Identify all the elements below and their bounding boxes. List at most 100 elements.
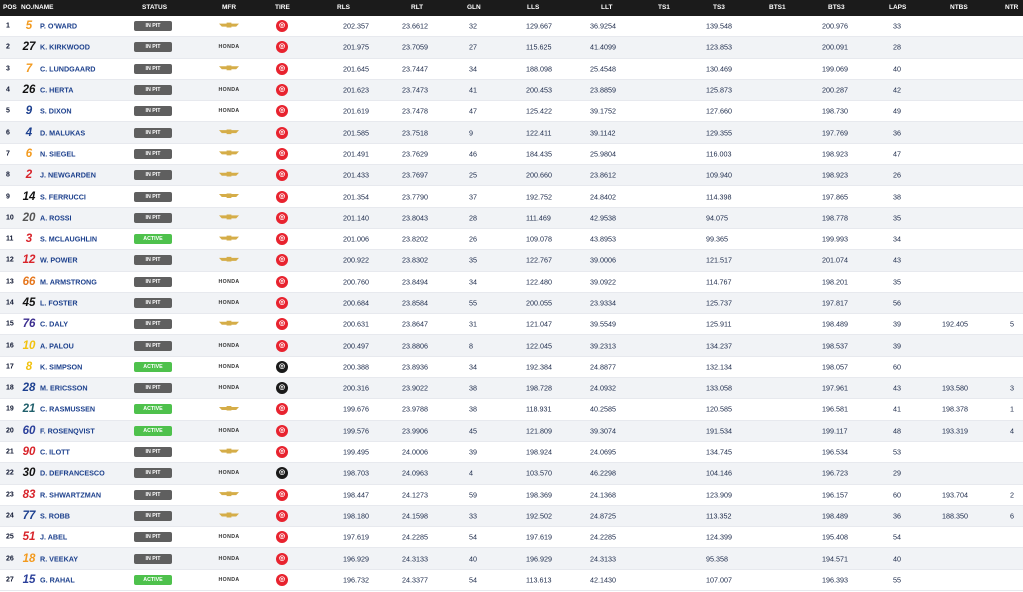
gln-cell: 26 — [469, 234, 477, 244]
driver-name-link[interactable]: C. ILOTT — [40, 448, 70, 457]
driver-name-link[interactable]: M. ERICSSON — [40, 384, 88, 393]
bts3-cell: 197.865 — [822, 192, 848, 202]
table-row[interactable]: 24 77 S. ROBB IN PIT 198.180 24.1598 33 192.502… — [0, 505, 1023, 528]
table-row[interactable]: 27 15 G. RAHAL ACTIVE 196.732 24.3377 54 113.61… — [0, 570, 1023, 592]
col-header-rlt[interactable]: RLT — [411, 4, 423, 11]
chevrolet-logo-icon — [216, 256, 242, 264]
table-row[interactable]: 3 7 C. LUNDGAARD IN PIT 201.645 23.7447 34 188.… — [0, 59, 1023, 80]
col-header-no-name[interactable]: NO./NAME — [21, 4, 54, 11]
table-row[interactable]: 15 76 C. DALY IN PIT 200.631 23.8647 31 121.047… — [0, 314, 1023, 336]
table-row[interactable]: 23 83 R. SHWARTZMAN IN PIT 198.447 24.1273 59 1… — [0, 485, 1023, 506]
col-header-pos[interactable]: POS — [3, 4, 17, 11]
driver-name-link[interactable]: S. FERRUCCI — [40, 192, 86, 201]
driver-name-link[interactable]: C. LUNDGAARD — [40, 64, 96, 73]
table-row[interactable]: 26 18 R. VEEKAY IN PIT 196.929 24.3133 40 196.9… — [0, 548, 1023, 570]
rlt-cell: 23.8043 — [402, 213, 428, 223]
driver-name-link[interactable]: C. DALY — [40, 320, 68, 329]
status-badge: IN PIT — [134, 212, 172, 223]
rls-cell: 200.922 — [343, 255, 369, 265]
table-row[interactable]: 4 26 C. HERTA IN PIT 201.623 23.7473 41 200.453… — [0, 79, 1023, 102]
driver-name-link[interactable]: F. ROSENQVIST — [40, 426, 95, 435]
driver-name-link[interactable]: S. ROBB — [40, 511, 70, 520]
driver-name-link[interactable]: A. PALOU — [40, 341, 74, 350]
rls-cell: 198.447 — [343, 490, 369, 500]
col-header-mfr[interactable]: MFR — [222, 4, 236, 11]
col-header-lls[interactable]: LLS — [527, 4, 539, 11]
rlt-cell: 23.8202 — [402, 234, 428, 244]
primary-tire-icon: ◎ — [276, 318, 288, 331]
table-row[interactable]: 10 20 A. ROSSI IN PIT 201.140 23.8043 28 111.46… — [0, 207, 1023, 229]
position-cell: 24 — [6, 512, 14, 520]
driver-name-link[interactable]: G. RAHAL — [40, 575, 75, 584]
table-row[interactable]: 6 4 D. MALUKAS IN PIT 201.585 23.7518 9 122.411… — [0, 122, 1023, 144]
col-header-bts3[interactable]: BTS3 — [828, 4, 845, 11]
ts3-cell: 134.745 — [706, 447, 732, 457]
driver-name-link[interactable]: K. KIRKWOOD — [40, 43, 90, 52]
car-number: 9 — [25, 105, 33, 118]
table-row[interactable]: 1 5 P. O'WARD IN PIT 202.357 23.6612 32 129.667… — [0, 16, 1023, 38]
bts3-cell: 201.074 — [822, 255, 848, 265]
laps-cell: 43 — [893, 383, 901, 393]
driver-name-link[interactable]: S. DIXON — [40, 107, 72, 116]
driver-name-link[interactable]: M. ARMSTRONG — [40, 277, 97, 286]
table-row[interactable]: 7 6 N. SIEGEL IN PIT 201.491 23.7629 46 184.435… — [0, 144, 1023, 166]
table-row[interactable]: 11 3 S. MCLAUGHLIN ACTIVE 201.006 23.8202 26 10… — [0, 229, 1023, 251]
col-header-gln[interactable]: GLN — [467, 4, 481, 11]
table-row[interactable]: 8 2 J. NEWGARDEN IN PIT 201.433 23.7697 25 200.… — [0, 165, 1023, 187]
driver-name-link[interactable]: R. VEEKAY — [40, 554, 78, 563]
primary-tire-icon: ◎ — [276, 339, 288, 352]
col-header-ts1[interactable]: TS1 — [658, 4, 670, 11]
driver-name-link[interactable]: A. ROSSI — [40, 213, 72, 222]
table-row[interactable]: 25 51 J. ABEL IN PIT 197.619 24.2285 54 197.619… — [0, 527, 1023, 549]
table-row[interactable]: 16 10 A. PALOU IN PIT 200.497 23.8806 8 122.045… — [0, 335, 1023, 357]
chevrolet-logo-icon — [216, 150, 242, 157]
ts3-cell: 125.873 — [706, 85, 732, 95]
col-header-rls[interactable]: RLS — [337, 4, 350, 11]
table-row[interactable]: 14 45 L. FOSTER IN PIT 200.684 23.8584 55 200.0… — [0, 292, 1023, 315]
ntbs-cell: 192.405 — [942, 319, 968, 329]
laps-cell: 35 — [893, 277, 901, 287]
table-row[interactable]: 2 27 K. KIRKWOOD IN PIT 201.975 23.7059 27 115.… — [0, 37, 1023, 59]
col-header-status[interactable]: STATUS — [142, 4, 167, 11]
driver-name-link[interactable]: C. RASMUSSEN — [40, 405, 95, 414]
bts3-cell: 198.489 — [822, 319, 848, 329]
primary-tire-icon: ◎ — [276, 573, 288, 586]
driver-name-link[interactable]: D. DEFRANCESCO — [40, 469, 105, 478]
laps-cell: 35 — [893, 213, 901, 223]
driver-name-link[interactable]: S. MCLAUGHLIN — [40, 235, 97, 244]
driver-name-link[interactable]: R. SHWARTZMAN — [40, 490, 101, 499]
table-row[interactable]: 19 21 C. RASMUSSEN ACTIVE 199.676 23.9788 38 11… — [0, 399, 1023, 421]
driver-name-link[interactable]: N. SIEGEL — [40, 149, 76, 158]
col-header-ntbs[interactable]: NTBS — [950, 4, 968, 11]
lls-cell: 192.752 — [526, 192, 552, 202]
driver-name-link[interactable]: D. MALUKAS — [40, 128, 85, 137]
table-row[interactable]: 22 30 D. DEFRANCESCO IN PIT 198.703 24.0963 4 1… — [0, 463, 1023, 485]
bts3-cell: 198.057 — [822, 362, 848, 372]
table-row[interactable]: 20 60 F. ROSENQVIST ACTIVE 199.576 23.9906 45 1… — [0, 420, 1023, 442]
table-row[interactable]: 18 28 M. ERICSSON IN PIT 200.316 23.9022 38 198… — [0, 378, 1023, 400]
table-row[interactable]: 12 12 W. POWER IN PIT 200.922 23.8302 35 122.76… — [0, 250, 1023, 272]
col-header-bts1[interactable]: BTS1 — [769, 4, 786, 11]
bts3-cell: 199.069 — [822, 64, 848, 74]
status-badge: IN PIT — [134, 319, 172, 330]
table-row[interactable]: 5 9 S. DIXON IN PIT 201.619 23.7478 47 125.422 3… — [0, 101, 1023, 123]
driver-name-link[interactable]: C. HERTA — [40, 86, 73, 95]
col-header-ts3[interactable]: TS3 — [713, 4, 725, 11]
driver-name-link[interactable]: L. FOSTER — [40, 299, 78, 308]
col-header-laps[interactable]: LAPS — [889, 4, 906, 11]
col-header-ntr[interactable]: NTR — [1005, 4, 1018, 11]
table-row[interactable]: 13 66 M. ARMSTRONG IN PIT 200.760 23.8494 34 12… — [0, 272, 1023, 293]
driver-name-link[interactable]: P. O'WARD — [40, 22, 77, 31]
driver-name-link[interactable]: J. NEWGARDEN — [40, 171, 96, 180]
table-row[interactable]: 17 8 K. SIMPSON ACTIVE 200.388 23.8936 34 192.3… — [0, 357, 1023, 379]
col-header-llt[interactable]: LLT — [601, 4, 612, 11]
driver-name-link[interactable]: K. SIMPSON — [40, 362, 82, 371]
table-row[interactable]: 9 14 S. FERRUCCI IN PIT 201.354 23.7790 37 192.… — [0, 186, 1023, 208]
primary-tire-icon: ◎ — [276, 147, 288, 160]
llt-cell: 39.0006 — [590, 255, 616, 265]
col-header-tire[interactable]: TIRE — [275, 4, 290, 11]
driver-name-link[interactable]: W. POWER — [40, 256, 78, 265]
llt-cell: 24.3133 — [590, 554, 616, 564]
table-row[interactable]: 21 90 C. ILOTT IN PIT 199.495 24.0006 39 198.92… — [0, 442, 1023, 464]
driver-name-link[interactable]: J. ABEL — [40, 533, 67, 542]
